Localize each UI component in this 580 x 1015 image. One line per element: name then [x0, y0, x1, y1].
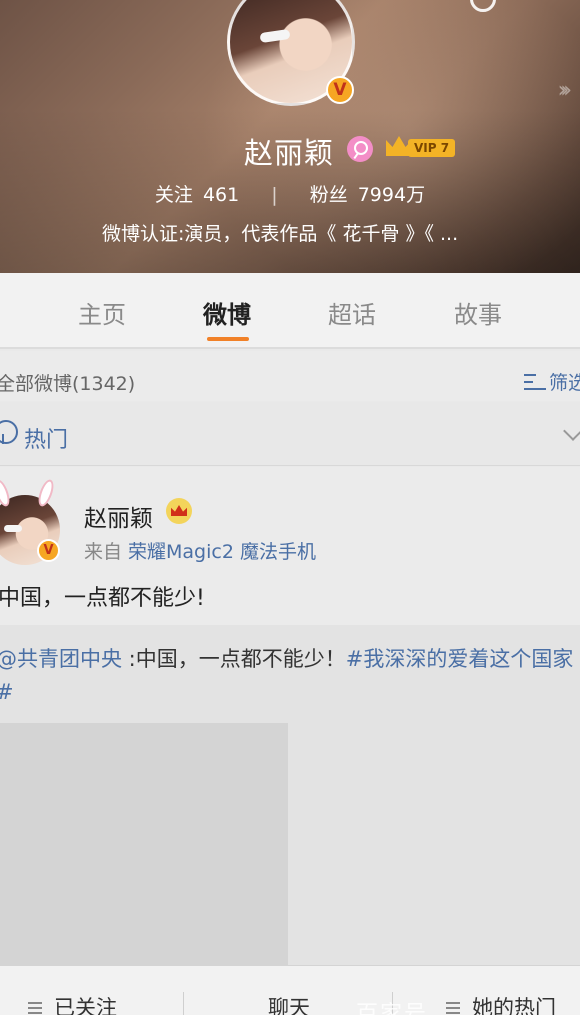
- divider: [183, 992, 184, 1015]
- post-author-name[interactable]: 赵丽颖: [84, 499, 153, 533]
- hot-posts-row[interactable]: 热门: [0, 402, 580, 466]
- filter-button-label: 筛选: [549, 372, 580, 394]
- followers-label: 粉丝: [309, 184, 348, 206]
- her-hot-label: 她的热门: [472, 996, 556, 1015]
- followers-count: 7994万: [357, 184, 426, 206]
- verified-badge-icon: V: [326, 76, 354, 104]
- bottom-action-bar: 已关注 聊天 她的热门 百家号: [0, 965, 580, 1015]
- menu-icon: [28, 1002, 42, 1014]
- repost-image[interactable]: [0, 723, 288, 965]
- filter-button[interactable]: 筛选: [524, 368, 580, 395]
- follow-status-button[interactable]: 已关注: [28, 992, 117, 1015]
- post-text: 中国，一点都不能少!: [0, 586, 205, 611]
- watermark: 百家号: [356, 1002, 429, 1015]
- tab-super-topic[interactable]: 超话: [302, 295, 402, 330]
- profile-tabs: 主页 微博 超话 故事: [0, 273, 580, 349]
- repost-block[interactable]: @共青团中央 :中国，一点都不能少！#我深深的爱着这个国家#: [0, 625, 580, 965]
- verified-badge-icon: V: [37, 539, 60, 562]
- repost-text: @共青团中央 :中国，一点都不能少！#我深深的爱着这个国家#: [0, 643, 580, 709]
- menu-icon: [446, 1002, 460, 1014]
- follow-status-label: 已关注: [54, 996, 117, 1015]
- hair-clip-decoration: [259, 28, 291, 44]
- chevrons-right-icon[interactable]: ›››: [558, 78, 573, 103]
- source-device-link[interactable]: 荣耀Magic2 魔法手机: [128, 541, 316, 563]
- hot-label: 热门: [24, 428, 69, 453]
- chat-button[interactable]: 聊天: [268, 992, 310, 1015]
- location-pin-icon: [0, 420, 18, 444]
- mention-link[interactable]: @共青团中央: [0, 647, 122, 671]
- post-source: 来自 荣耀Magic2 魔法手机: [84, 537, 316, 564]
- active-tab-indicator: [207, 337, 249, 341]
- profile-header: V ››› 赵丽颖 VIP 7 关注 461 | 粉丝 7994万 微博认证:演员，…: [0, 0, 580, 273]
- bunny-ears-decoration: [0, 477, 70, 509]
- source-prefix: 来自: [84, 541, 123, 563]
- search-icon[interactable]: [470, 0, 496, 12]
- followers-stat[interactable]: 粉丝 7994万: [310, 180, 425, 207]
- search-badge-icon[interactable]: [347, 136, 373, 162]
- her-hot-button[interactable]: 她的热门: [446, 992, 556, 1015]
- tab-home[interactable]: 主页: [52, 295, 152, 330]
- tab-weibo[interactable]: 微博: [177, 295, 277, 330]
- hair-clip-decoration: [4, 525, 22, 532]
- following-stat[interactable]: 关注 461: [155, 180, 239, 207]
- crown-icon: [166, 498, 192, 524]
- profile-name-row: 赵丽颖 VIP 7: [0, 130, 580, 170]
- profile-name: 赵丽颖: [244, 136, 335, 170]
- verification-text[interactable]: 微博认证:演员，代表作品《 花千骨 》《 ...: [102, 219, 458, 246]
- stats-divider: |: [271, 184, 278, 206]
- chevron-down-icon[interactable]: [563, 421, 580, 441]
- profile-stats: 关注 461 | 粉丝 7994万: [0, 180, 580, 207]
- following-label: 关注: [154, 184, 193, 206]
- filter-bar: 全部微博(1342) 筛选: [0, 351, 580, 401]
- tab-story[interactable]: 故事: [428, 295, 528, 330]
- following-count: 461: [202, 184, 240, 206]
- vip-badge[interactable]: VIP 7: [408, 139, 456, 157]
- repost-body: :中国，一点都不能少！: [122, 647, 346, 671]
- all-posts-count: 全部微博(1342): [0, 373, 136, 395]
- post-card[interactable]: V 赵丽颖 来自 荣耀Magic2 魔法手机 中国，一点都不能少! @共青团中央 …: [0, 467, 580, 965]
- filter-icon: [524, 372, 546, 392]
